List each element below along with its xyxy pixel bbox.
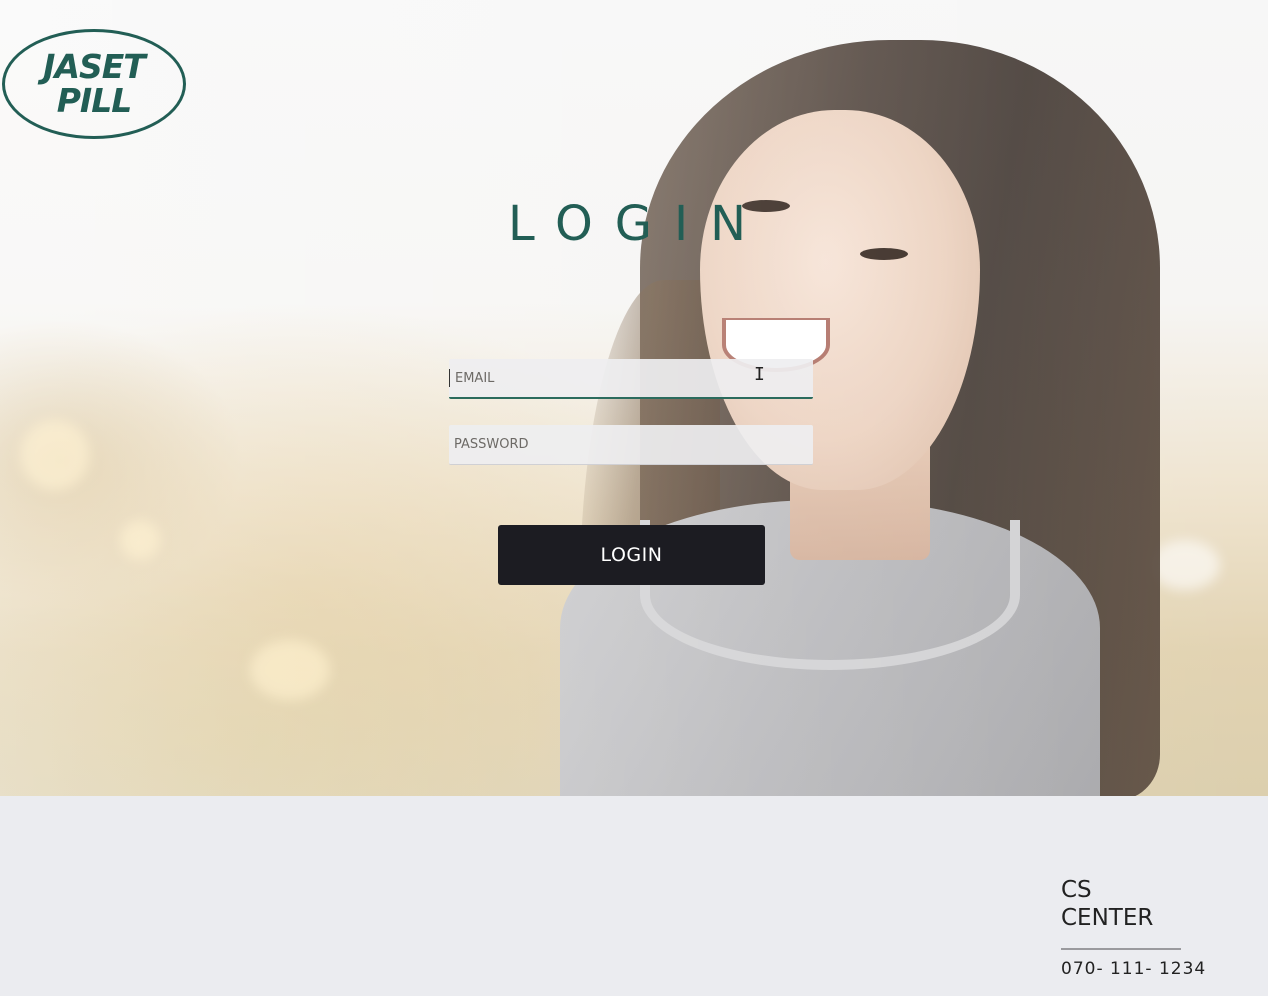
email-placeholder: EMAIL xyxy=(455,370,495,386)
logo-text-line1: JASET xyxy=(43,47,146,86)
login-button[interactable]: LOGIN xyxy=(498,525,765,585)
password-placeholder: PASSWORD xyxy=(454,437,529,452)
cs-phone-number: 070- 111- 1234 xyxy=(1061,959,1207,979)
cs-center-title: CS CENTER xyxy=(1061,876,1153,932)
cs-title-line1: CS xyxy=(1061,877,1092,903)
login-page: JASET PILL LOGIN EMAIL I PASSWORD LOGIN … xyxy=(0,0,1268,996)
logo-text-line2: PILL xyxy=(56,81,133,120)
footer: CS CENTER 070- 111- 1234 xyxy=(0,796,1268,996)
brand-logo[interactable]: JASET PILL xyxy=(2,29,186,139)
text-cursor-icon: I xyxy=(754,364,765,385)
cs-title-line2: CENTER xyxy=(1061,905,1154,931)
page-title: LOGIN xyxy=(507,196,769,252)
password-field[interactable]: PASSWORD xyxy=(449,425,813,465)
cs-divider xyxy=(1061,948,1181,950)
